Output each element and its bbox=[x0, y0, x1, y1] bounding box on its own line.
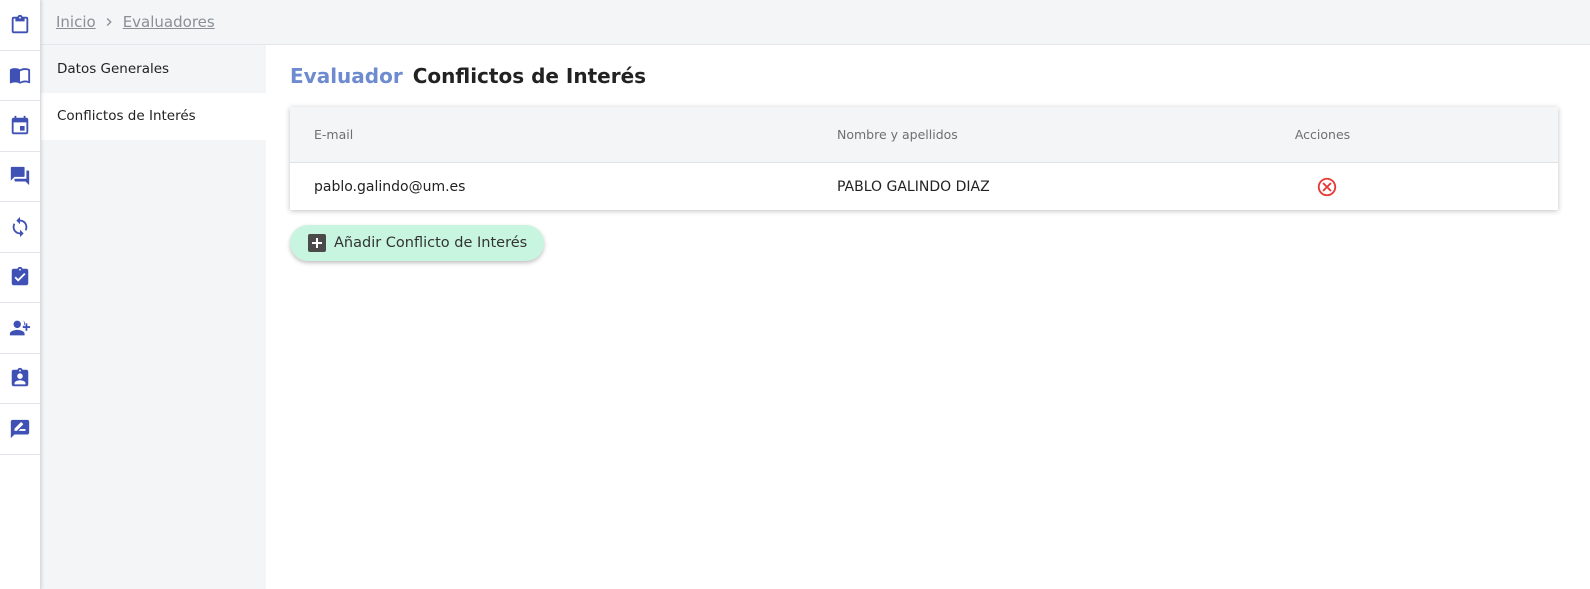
page-title: Evaluador Conflictos de Interés bbox=[290, 45, 1560, 107]
rail-item-seguimientos[interactable] bbox=[0, 202, 40, 253]
add-box-icon bbox=[308, 234, 326, 252]
breadcrumb: Inicio Evaluadores bbox=[41, 0, 1590, 45]
rail-item-solicitudes[interactable] bbox=[0, 0, 40, 51]
assignment-turned-in-icon bbox=[11, 267, 29, 286]
page-title-prefix: Evaluador bbox=[290, 64, 403, 88]
cell-actions bbox=[1287, 176, 1358, 198]
rail-item-equipo-trabajo[interactable] bbox=[0, 354, 40, 404]
rail-item-convocatorias[interactable] bbox=[0, 101, 40, 152]
table-row: pablo.galindo@um.es PABLO GALINDO DIAZ bbox=[290, 163, 1558, 210]
assignment-ind-icon bbox=[11, 368, 29, 387]
rate-review-icon bbox=[10, 419, 30, 438]
cell-email: pablo.galindo@um.es bbox=[314, 178, 466, 195]
cancel-icon bbox=[1317, 177, 1337, 196]
icon-rail bbox=[0, 0, 41, 589]
table-header: E-mail Nombre y apellidos Acciones bbox=[290, 107, 1558, 163]
breadcrumb-link-evaluadores[interactable]: Evaluadores bbox=[123, 13, 215, 31]
rail-item-memorias[interactable] bbox=[0, 51, 40, 101]
person-add-icon bbox=[9, 320, 31, 336]
breadcrumb-link-inicio[interactable]: Inicio bbox=[56, 13, 96, 31]
column-header-email[interactable]: E-mail bbox=[290, 127, 837, 142]
calendar-icon bbox=[11, 115, 29, 134]
add-conflict-label: Añadir Conflicto de Interés bbox=[334, 235, 528, 251]
page-title-main: Conflictos de Interés bbox=[412, 64, 647, 88]
forum-icon bbox=[10, 167, 30, 186]
book-open-icon bbox=[9, 68, 31, 84]
main-content: Evaluador Conflictos de Interés E-mail N… bbox=[290, 45, 1560, 261]
clipboard-icon bbox=[11, 14, 29, 33]
section-nav: Datos Generales Conflictos de Interés bbox=[41, 45, 266, 589]
rail-item-evaluaciones[interactable] bbox=[0, 253, 40, 303]
sync-icon bbox=[12, 216, 28, 237]
conflicts-table: E-mail Nombre y apellidos Acciones pablo… bbox=[290, 107, 1558, 210]
column-header-actions: Acciones bbox=[1294, 127, 1351, 142]
rail-item-informes[interactable] bbox=[0, 404, 40, 455]
rail-item-actas[interactable] bbox=[0, 152, 40, 202]
chevron-right-icon bbox=[101, 14, 117, 30]
subnav-item-datos-generales[interactable]: Datos Generales bbox=[41, 45, 266, 93]
rail-item-evaluadores[interactable] bbox=[0, 303, 40, 354]
add-conflict-button[interactable]: Añadir Conflicto de Interés bbox=[290, 225, 545, 261]
column-header-name[interactable]: Nombre y apellidos bbox=[837, 127, 1287, 142]
delete-conflict-button[interactable] bbox=[1316, 176, 1338, 198]
subnav-item-conflictos-interes[interactable]: Conflictos de Interés bbox=[41, 92, 266, 140]
cell-name: PABLO GALINDO DIAZ bbox=[837, 178, 990, 195]
